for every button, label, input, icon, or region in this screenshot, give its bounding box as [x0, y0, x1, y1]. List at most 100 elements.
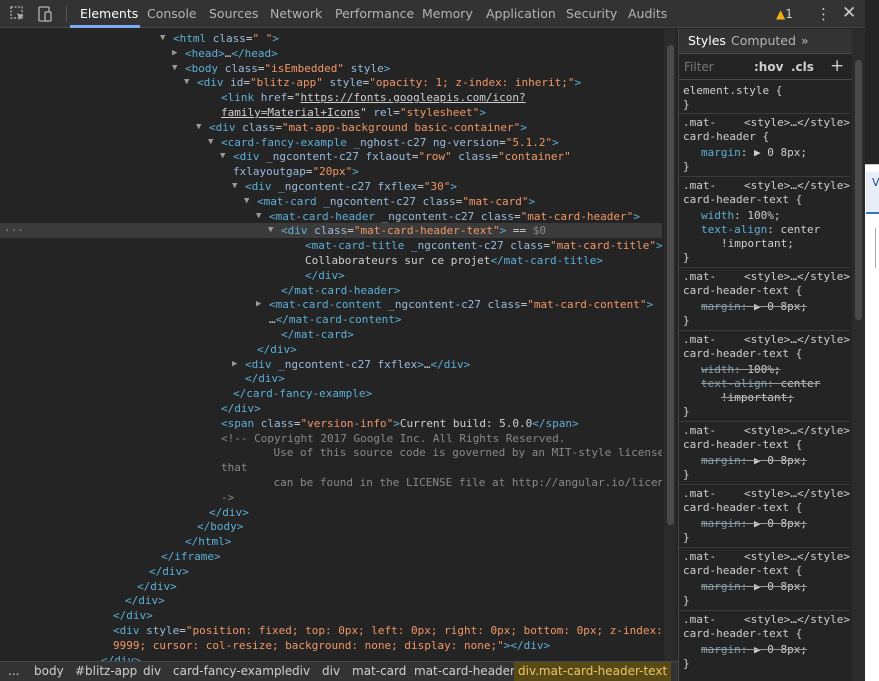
- rule-selector[interactable]: card-header-text {: [683, 284, 802, 298]
- expand-triangle-open-icon[interactable]: ▼: [196, 120, 208, 135]
- rule-source-link[interactable]: <style>…</style>: [744, 550, 850, 564]
- rule-selector[interactable]: card-header {: [683, 130, 769, 144]
- dom-node[interactable]: ▶ <mat-card-content _ngcontent-c27 class=…: [0, 297, 662, 312]
- dom-node[interactable]: Use of this source code is governed by a…: [0, 445, 662, 460]
- breadcrumb-item-ellipsis[interactable]: ...: [8, 662, 19, 681]
- dom-node[interactable]: fxlayoutgap="20px">: [0, 164, 662, 179]
- style-declaration[interactable]: width: 100%;: [701, 363, 781, 377]
- tab-elements[interactable]: Elements: [80, 0, 138, 28]
- tab-performance[interactable]: Performance: [335, 0, 414, 28]
- tab-network[interactable]: Network: [270, 0, 322, 28]
- dom-node[interactable]: </div>: [0, 608, 662, 623]
- style-declaration[interactable]: !important;: [721, 237, 794, 251]
- expand-triangle-closed-icon[interactable]: ▶: [232, 357, 244, 372]
- rule-source-link[interactable]: <style>…</style>: [744, 333, 850, 347]
- dom-node[interactable]: </div>: [0, 371, 662, 386]
- rule-selector[interactable]: card-header-text {: [683, 627, 802, 641]
- dom-node[interactable]: </div>: [0, 401, 662, 416]
- dom-node[interactable]: 9999; cursor: col-resize; background: no…: [0, 638, 662, 653]
- rule-selector[interactable]: card-header-text {: [683, 438, 802, 452]
- dom-node[interactable]: </mat-card-header>: [0, 283, 662, 298]
- dom-node-selected[interactable]: ▼ <div class="mat-card-header-text"> == $…: [0, 223, 662, 239]
- rule-selector[interactable]: .mat-: [683, 179, 716, 193]
- dom-node[interactable]: <mat-card-title _ngcontent-c27 class="ma…: [0, 238, 662, 253]
- dom-node[interactable]: </div>: [0, 579, 662, 594]
- dom-node[interactable]: …</mat-card-content>: [0, 312, 662, 327]
- style-declaration[interactable]: margin: ▶ 0 8px;: [701, 580, 807, 594]
- dom-node[interactable]: </div>: [0, 564, 662, 579]
- expand-triangle-open-icon[interactable]: ▼: [268, 223, 280, 238]
- dom-node[interactable]: ▼ <mat-card-header _ngcontent-c27 class="…: [0, 209, 662, 224]
- style-declaration[interactable]: text-align: center: [701, 223, 820, 237]
- expand-triangle-open-icon[interactable]: ▼: [232, 179, 244, 194]
- style-declaration[interactable]: text-align: center: [701, 377, 820, 391]
- style-declaration[interactable]: width: 100%;: [701, 209, 781, 223]
- dom-node[interactable]: </body>: [0, 519, 662, 534]
- expand-triangle-open-icon[interactable]: ▼: [220, 149, 232, 164]
- style-declaration[interactable]: margin: ▶ 0 8px;: [701, 643, 807, 657]
- dom-node[interactable]: ▼ <div _ngcontent-c27 fxlaout = "row" class…: [0, 149, 662, 164]
- breadcrumb-item-div[interactable]: div: [143, 662, 161, 681]
- style-declaration[interactable]: margin: ▶ 0 8px;: [701, 454, 807, 468]
- rule-source-link[interactable]: <style>…</style>: [744, 613, 850, 627]
- tab-styles[interactable]: Styles: [688, 33, 726, 48]
- expand-triangle-closed-icon[interactable]: ▶: [172, 46, 184, 61]
- expand-triangle-open-icon[interactable]: ▼: [244, 194, 256, 209]
- rule-selector[interactable]: .mat-: [683, 333, 716, 347]
- tab-security[interactable]: Security: [566, 0, 617, 28]
- rule-selector[interactable]: .mat-: [683, 424, 716, 438]
- close-devtools-icon[interactable]: ✕: [842, 3, 856, 23]
- rule-selector[interactable]: card-header-text {: [683, 501, 802, 515]
- dom-node[interactable]: ▶ <div _ngcontent-c27 fxflex>…</div>: [0, 357, 662, 372]
- dom-node[interactable]: ▼ <div _ngcontent-c27 fxflex="30">: [0, 179, 662, 194]
- dom-node[interactable]: <!-- Copyright 2017 Google Inc. All Righ…: [0, 431, 662, 446]
- style-declaration[interactable]: margin: ▶ 0 8px;: [701, 517, 807, 531]
- dom-node[interactable]: can be found in the LICENSE file at http…: [0, 475, 662, 490]
- dom-node[interactable]: family=Material+Icons" rel="stylesheet">: [0, 105, 662, 120]
- breadcrumb-item-div[interactable]: div: [322, 662, 340, 681]
- rule-selector[interactable]: .mat-: [683, 116, 716, 130]
- more-options-icon[interactable]: ⋮: [816, 5, 831, 23]
- rule-source-link[interactable]: <style>…</style>: [744, 116, 850, 130]
- expand-triangle-open-icon[interactable]: ▼: [184, 75, 196, 90]
- tab-sources[interactable]: Sources: [209, 0, 258, 28]
- dom-node[interactable]: ▼ <card-fancy-example _nghost-c27 ng-vers…: [0, 135, 662, 150]
- dom-node[interactable]: ▼ <mat-card _ngcontent-c27 class="mat-car…: [0, 194, 662, 209]
- dom-node[interactable]: <link href="https://fonts.googleapis.com…: [0, 90, 662, 105]
- rule-source-link[interactable]: <style>…</style>: [744, 270, 850, 284]
- rule-selector[interactable]: .mat-: [683, 550, 716, 564]
- breadcrumb-item-mat-card-header-text[interactable]: div.mat-card-header-text: [514, 662, 672, 681]
- dom-tree-scrollbar-thumb[interactable]: [667, 45, 674, 525]
- dom-node[interactable]: ▼ <div id="blitz-app" style="opacity: 1; …: [0, 75, 662, 90]
- rule-selector[interactable]: card-header-text {: [683, 564, 802, 578]
- hov-toggle[interactable]: :hov: [754, 60, 783, 74]
- cls-toggle[interactable]: .cls: [791, 60, 814, 74]
- expand-triangle-open-icon[interactable]: ▼: [160, 31, 172, 46]
- breadcrumb-item-blitz-app[interactable]: #blitz-app: [75, 662, 137, 681]
- dom-node[interactable]: Collaborateurs sur ce projet</mat-card-t…: [0, 253, 662, 268]
- rule-selector[interactable]: .mat-: [683, 487, 716, 501]
- rule-source-link[interactable]: <style>…</style>: [744, 179, 850, 193]
- tab-computed[interactable]: Computed: [731, 33, 796, 48]
- dom-node[interactable]: that: [0, 460, 662, 475]
- elements-dom-tree[interactable]: ▼ <html class=" "> ▶ <head>…</head> ▼ <body c…: [0, 29, 662, 661]
- breadcrumb-item-mat-card[interactable]: mat-card: [352, 662, 406, 681]
- breadcrumb-item-card-fancy-example[interactable]: card-fancy-example: [173, 662, 292, 681]
- tab-application[interactable]: Application: [486, 0, 556, 28]
- add-rule-icon[interactable]: +: [830, 56, 844, 76]
- dom-node[interactable]: ▼ <div class="mat-app-background basic-co…: [0, 120, 662, 135]
- style-declaration[interactable]: !important;: [721, 391, 794, 405]
- dom-node[interactable]: ▶ <head>…</head>: [0, 46, 662, 61]
- warnings-badge[interactable]: ▲1: [776, 6, 793, 22]
- breadcrumb-item-body[interactable]: body: [34, 662, 64, 681]
- dom-node[interactable]: </div>: [0, 505, 662, 520]
- style-declaration[interactable]: margin: ▶ 0 8px;: [701, 300, 807, 314]
- tab-memory[interactable]: Memory: [422, 0, 473, 28]
- styles-scrollbar-thumb[interactable]: [855, 60, 862, 320]
- device-toolbar-icon[interactable]: [36, 5, 54, 23]
- rule-selector[interactable]: card-header-text {: [683, 347, 802, 361]
- breadcrumb-item-div[interactable]: div: [292, 662, 310, 681]
- dom-node[interactable]: ▼ <html class=" ">: [0, 31, 662, 46]
- dom-node[interactable]: <div style="position: fixed; top: 0px; l…: [0, 623, 662, 638]
- style-declaration[interactable]: margin: ▶ 0 8px;: [701, 146, 807, 160]
